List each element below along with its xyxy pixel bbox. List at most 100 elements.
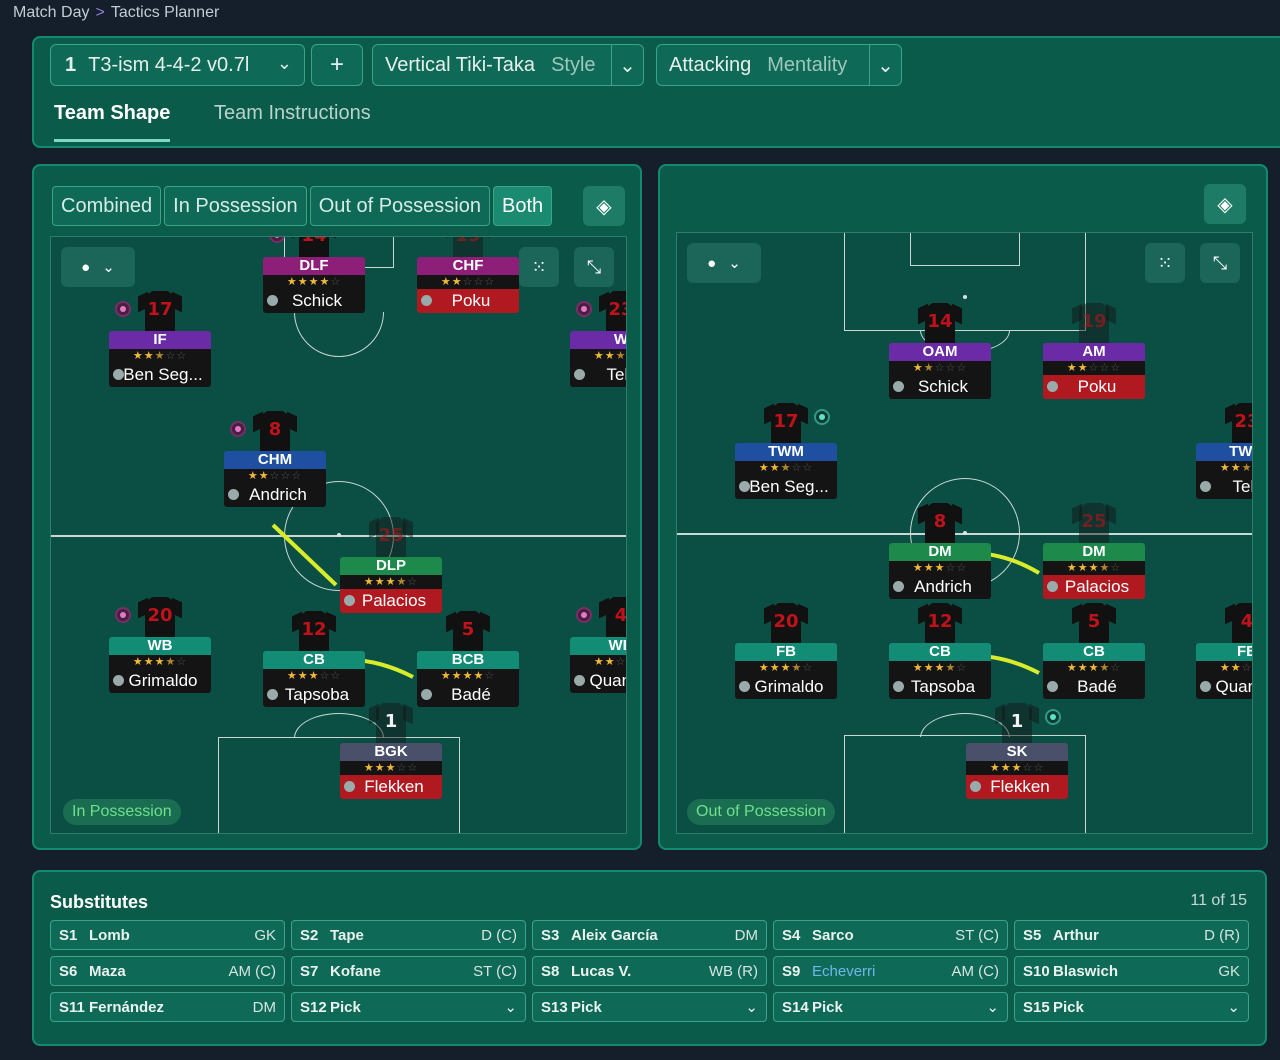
player-card[interactable]: BCB ★★★★☆ Badé: [417, 651, 519, 707]
substitute-slot-id: S14: [782, 998, 809, 1016]
player-card[interactable]: WB ★★★★☆ Grimaldo: [109, 637, 211, 693]
player-name: Poku: [451, 291, 491, 310]
substitute-slot[interactable]: S8 Lucas V. WB (R): [532, 956, 767, 986]
view-mode-in-possession[interactable]: In Possession: [164, 186, 307, 226]
person-icon: [1047, 381, 1058, 392]
shirt-number: 19: [1081, 311, 1107, 332]
view-mode-combined[interactable]: Combined: [52, 186, 162, 226]
substitute-name: Echeverri: [812, 962, 876, 980]
player-card[interactable]: FB ★★★★☆ Grimaldo: [735, 643, 837, 699]
substitute-pick-select[interactable]: S14 Pick ⌄: [773, 992, 1008, 1022]
tab-team-instructions[interactable]: Team Instructions: [214, 102, 371, 125]
player-status-icon: [1045, 709, 1061, 725]
player-shirt[interactable]: 5: [1072, 603, 1116, 645]
substitute-slot[interactable]: S3 Aleix García DM: [532, 920, 767, 950]
tactic-select[interactable]: 1 T3-ism 4-4-2 v0.7l ⌄: [50, 44, 305, 86]
shirt-number: 12: [927, 611, 953, 632]
player-role: BCB: [417, 651, 519, 669]
player-card[interactable]: W★★★☆☆ Tella: [570, 331, 626, 387]
substitute-pick-select[interactable]: S13 Pick ⌄: [532, 992, 767, 1022]
substitute-slot[interactable]: S11 Fernández DM: [50, 992, 285, 1022]
player-shirt[interactable]: 5: [446, 611, 490, 653]
substitute-pick-select[interactable]: S12 Pick ⌄: [291, 992, 526, 1022]
person-icon: [267, 689, 278, 700]
player-role: TWM: [735, 443, 837, 461]
player-shirt[interactable]: 14: [292, 237, 336, 259]
player-card[interactable]: BGK ★★★☆☆ Flekken: [340, 743, 442, 799]
player-shirt[interactable]: 20: [764, 603, 808, 645]
role-rating-stars: ★★★★☆: [340, 575, 442, 589]
view-mode-both[interactable]: Both: [493, 186, 553, 226]
player-card[interactable]: DM ★★★☆☆ Andrich: [889, 543, 991, 599]
player-shirt[interactable]: 23: [1225, 403, 1252, 445]
substitute-slot-id: S11: [59, 998, 85, 1016]
player-shirt[interactable]: 23: [599, 291, 626, 333]
player-shirt[interactable]: 8: [918, 503, 962, 545]
substitute-position: DM: [252, 998, 276, 1016]
player-card[interactable]: TWM ★★★☆☆ Ben Seg...: [735, 443, 837, 499]
view-mode-out-of-possession[interactable]: Out of Possession: [309, 186, 490, 226]
role-rating-stars: ★★★★☆: [263, 275, 365, 289]
player-shirt[interactable]: 19: [446, 237, 490, 259]
player-card[interactable]: SK ★★★☆☆ Flekken: [966, 743, 1068, 799]
player-trait-icon: [115, 607, 131, 623]
player-card[interactable]: AM ★★☆☆☆ Poku: [1043, 343, 1145, 399]
substitute-slot[interactable]: S7 Kofane ST (C): [291, 956, 526, 986]
player-role: FB: [1196, 643, 1252, 661]
mentality-select[interactable]: Attacking Mentality ⌄: [656, 44, 902, 86]
player-name-row: Badé: [417, 683, 519, 707]
player-shirt[interactable]: 25: [1072, 503, 1116, 545]
tab-team-shape[interactable]: Team Shape: [54, 102, 171, 142]
player-name-row: Quansah: [570, 669, 626, 693]
add-tactic-button[interactable]: +: [311, 44, 363, 86]
player-shirt[interactable]: 4: [1225, 603, 1252, 645]
shirt-number: 19: [446, 237, 490, 246]
player-card[interactable]: TWM★★★☆☆ Tella: [1196, 443, 1252, 499]
substitute-slot[interactable]: S2 Tape D (C): [291, 920, 526, 950]
substitute-slot[interactable]: S4 Sarco ST (C): [773, 920, 1008, 950]
substitute-slot[interactable]: S5 Arthur D (R): [1014, 920, 1249, 950]
player-shirt[interactable]: 20: [138, 597, 182, 639]
player-shirt[interactable]: 1: [369, 703, 413, 745]
substitute-slot[interactable]: S6 Maza AM (C): [50, 956, 285, 986]
player-card[interactable]: DM ★★★★☆ Palacios: [1043, 543, 1145, 599]
breadcrumb-parent[interactable]: Match Day: [13, 4, 89, 22]
player-card[interactable]: DLF ★★★★☆ Schick: [263, 257, 365, 313]
player-trait-icon: [230, 421, 246, 437]
swap-icon[interactable]: ◈: [1204, 184, 1246, 224]
player-shirt[interactable]: 14: [918, 303, 962, 345]
player-card[interactable]: WB★★☆☆☆ Quansah: [570, 637, 626, 693]
substitute-position: D (C): [481, 926, 517, 944]
player-shirt[interactable]: 12: [292, 611, 336, 653]
player-card[interactable]: FB★★☆☆☆ Quansah: [1196, 643, 1252, 699]
player-card[interactable]: CHM ★★☆☆☆ Andrich: [224, 451, 326, 507]
role-rating-stars: ★★★☆☆: [109, 349, 211, 363]
player-name-row: Poku: [417, 289, 519, 313]
player-name-row: Palacios: [340, 589, 442, 613]
player-shirt[interactable]: 8: [253, 411, 297, 453]
player-role: W: [570, 331, 626, 349]
player-shirt[interactable]: 19: [1072, 303, 1116, 345]
swap-icon[interactable]: ◈: [583, 186, 625, 226]
role-rating-stars: ★★☆☆☆: [224, 469, 326, 483]
player-shirt[interactable]: 25: [369, 517, 413, 559]
substitute-slot[interactable]: S9 Echeverri AM (C): [773, 956, 1008, 986]
player-card[interactable]: CB ★★★☆☆ Tapsoba: [263, 651, 365, 707]
player-card[interactable]: IF ★★★☆☆ Ben Seg...: [109, 331, 211, 387]
player-shirt[interactable]: 12: [918, 603, 962, 645]
player-shirt[interactable]: 1: [995, 703, 1039, 745]
player-card[interactable]: OAM ★★☆☆☆ Schick: [889, 343, 991, 399]
player-card[interactable]: DLP ★★★★☆ Palacios: [340, 557, 442, 613]
substitute-pick-select[interactable]: S15 Pick ⌄: [1014, 992, 1249, 1022]
player-card[interactable]: CHF ★★☆☆☆ Poku: [417, 257, 519, 313]
player-shirt[interactable]: 17: [764, 403, 808, 445]
substitute-slot[interactable]: S10 Blaswich GK: [1014, 956, 1249, 986]
player-card[interactable]: CB ★★★★☆ Tapsoba: [889, 643, 991, 699]
player-name-row: Ben Seg...: [109, 363, 211, 387]
substitute-slot[interactable]: S1 Lomb GK: [50, 920, 285, 950]
style-select[interactable]: Vertical Tiki-Taka Style ⌄: [372, 44, 644, 86]
player-shirt[interactable]: 17: [138, 291, 182, 333]
substitute-position: ST (C): [955, 926, 999, 944]
player-shirt[interactable]: 4: [599, 597, 626, 639]
player-card[interactable]: CB ★★★★☆ Badé: [1043, 643, 1145, 699]
